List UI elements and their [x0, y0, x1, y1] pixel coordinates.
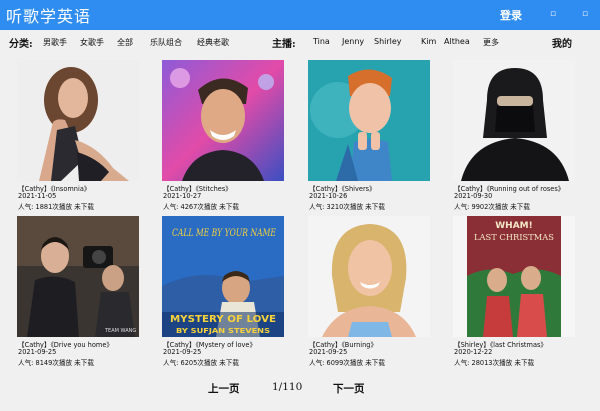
song-card[interactable]: 【Cathy】《Stitches》 2021-10-27 人气: 4267次播放…	[162, 60, 284, 211]
song-thumbnail: CALL ME BY YOUR NAME MYSTERY OF LOVE BY …	[162, 216, 284, 337]
category-all[interactable]: 全部	[117, 37, 133, 48]
song-stats: 人气: 28013次播放 未下载	[454, 359, 535, 367]
song-card[interactable]: TEAM WANG 【Cathy】《Drive you home》 2021-0…	[17, 216, 139, 367]
category-classics[interactable]: 经典老歌	[197, 37, 229, 48]
song-thumbnail	[162, 60, 284, 181]
album6-cover-title: CALL ME BY YOUR NAME	[172, 228, 277, 239]
prev-page-button[interactable]: 上一页	[208, 381, 240, 396]
song-thumbnail	[308, 60, 430, 181]
song-thumbnail: TEAM WANG	[17, 216, 139, 337]
minimize-icon[interactable]: ▫	[548, 9, 558, 19]
song-date: 2021-10-27	[163, 192, 202, 200]
category-female-singer[interactable]: 女歌手	[80, 37, 104, 48]
portrait-image	[453, 60, 575, 181]
song-date: 2021-09-25	[309, 348, 348, 356]
song-date: 2021-09-25	[18, 348, 57, 356]
song-stats: 人气: 6099次播放 未下载	[309, 359, 385, 367]
song-thumbnail	[308, 216, 430, 337]
portrait-image	[308, 60, 430, 181]
song-thumbnail: WHAM! LAST CHRISTMAS	[453, 216, 575, 337]
song-stats: 人气: 6205次播放 未下载	[163, 359, 239, 367]
filter-bar: 分类: 男歌手 女歌手 全部 乐队组合 经典老歌 主播: Tina Jenny …	[0, 31, 600, 53]
song-card[interactable]: 【Cathy】《Shivers》 2021-10-26 人气: 3210次播放 …	[308, 60, 430, 211]
album-cover-image: WHAM! LAST CHRISTMAS	[453, 216, 575, 337]
song-date: 2021-11-05	[18, 192, 57, 200]
song-thumbnail	[17, 60, 139, 181]
category-label: 分类:	[9, 39, 33, 50]
song-card[interactable]: WHAM! LAST CHRISTMAS 【Shirley】《last Chri…	[453, 216, 575, 367]
portrait-image	[308, 216, 430, 337]
song-card[interactable]: 【Cathy】《Insomnia》 2021-11-05 人气: 1881次播放…	[17, 60, 139, 211]
song-card[interactable]: 【Cathy】《Running out of roses》 2021-09-30…	[453, 60, 575, 211]
app-title: 听歌学英语	[6, 7, 92, 26]
song-date: 2021-09-30	[454, 192, 493, 200]
portrait-image	[162, 60, 284, 181]
anchor-tina[interactable]: Tina	[313, 37, 330, 46]
close-icon[interactable]: ▫	[580, 9, 590, 19]
song-stats: 人气: 3210次播放 未下载	[309, 203, 385, 211]
anchor-label: 主播:	[272, 39, 296, 50]
portrait-image	[17, 60, 139, 181]
anchor-jenny[interactable]: Jenny	[342, 37, 364, 46]
anchor-shirley[interactable]: Shirley	[374, 37, 402, 46]
album6-cover-artist: BY SUFJAN STEVENS	[176, 327, 270, 335]
anchor-more[interactable]: 更多	[483, 37, 499, 48]
category-male-singer[interactable]: 男歌手	[43, 37, 67, 48]
page-indicator: 1/110	[272, 381, 303, 393]
song-stats: 人气: 8149次播放 未下载	[18, 359, 94, 367]
song-thumbnail	[453, 60, 575, 181]
song-stats: 人气: 4267次播放 未下载	[163, 203, 239, 211]
song-stats: 人气: 1881次播放 未下载	[18, 203, 94, 211]
song-stats: 人气: 9902次播放 未下载	[454, 203, 530, 211]
film-still-image: TEAM WANG	[17, 216, 139, 337]
album8-cover-band: WHAM!	[495, 221, 533, 231]
album6-cover-subtitle: MYSTERY OF LOVE	[170, 314, 276, 325]
my-page-link[interactable]: 我的	[552, 35, 572, 50]
anchor-kim[interactable]: Kim	[421, 37, 436, 46]
category-bands[interactable]: 乐队组合	[150, 37, 182, 48]
song-card[interactable]: CALL ME BY YOUR NAME MYSTERY OF LOVE BY …	[162, 216, 284, 367]
anchor-althea[interactable]: Althea	[444, 37, 470, 46]
title-bar: 听歌学英语 登录 ▫ ▫	[0, 0, 600, 30]
login-button[interactable]: 登录	[500, 7, 522, 23]
song-date: 2021-10-26	[309, 192, 348, 200]
song-date: 2020-12-22	[454, 348, 493, 356]
song-date: 2021-09-25	[163, 348, 202, 356]
song-card[interactable]: 【Cathy】《Burning》 2021-09-25 人气: 6099次播放 …	[308, 216, 430, 367]
next-page-button[interactable]: 下一页	[333, 381, 365, 396]
album8-cover-title: LAST CHRISTMAS	[474, 233, 554, 243]
album-cover-image: CALL ME BY YOUR NAME MYSTERY OF LOVE BY …	[162, 216, 284, 337]
album5-logo: TEAM WANG	[104, 328, 136, 334]
